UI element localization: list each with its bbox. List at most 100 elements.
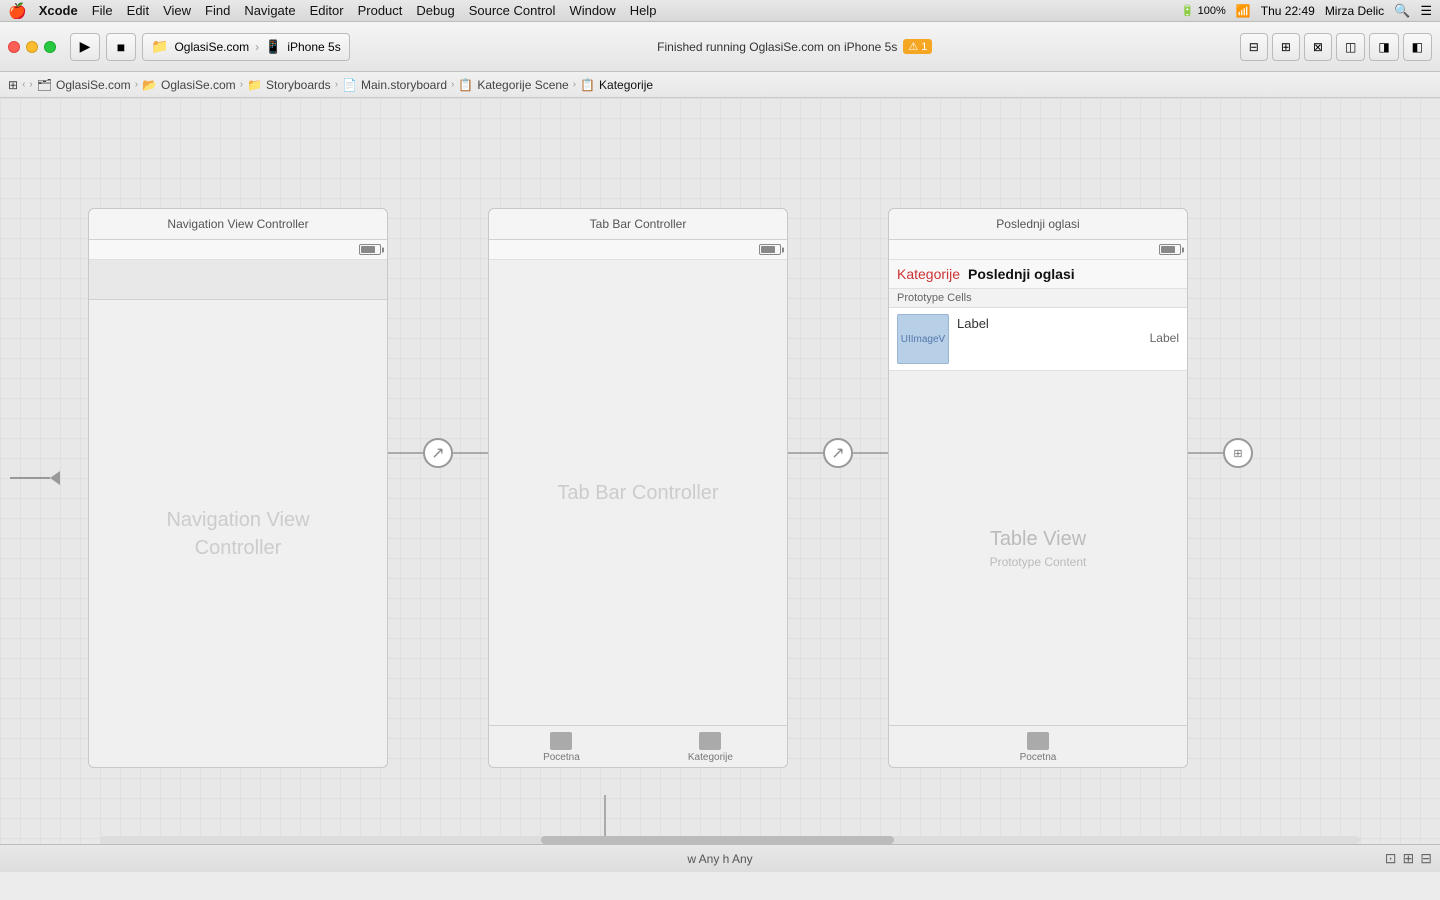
folder-icon: 📁 xyxy=(151,38,168,55)
battery-indicator: 🔋 100% xyxy=(1181,4,1226,17)
seg-tab-kategorije[interactable]: Kategorije xyxy=(897,266,960,282)
menu-editor[interactable]: Editor xyxy=(310,3,344,18)
table-tab-pocetna[interactable]: Pocetna xyxy=(1020,732,1057,763)
exit-segue: ⊞ xyxy=(1223,438,1253,468)
menu-product[interactable]: Product xyxy=(358,3,403,18)
menu-icon[interactable]: ☰ xyxy=(1420,3,1432,19)
search-icon[interactable]: 🔍 xyxy=(1394,3,1410,19)
scene-icon: 📋 xyxy=(458,78,473,92)
scheme-selector[interactable]: 📁 OglasiSe.com › 📱 iPhone 5s xyxy=(142,33,350,61)
tab-kategorije-icon xyxy=(699,732,721,750)
toolbar-right-buttons: ⊟ ⊞ ⊠ ◫ ◨ ◧ xyxy=(1240,33,1432,61)
tab-controller-content: Tab Bar Controller xyxy=(489,260,787,725)
bottom-bar-right: ⊡ ⊞ ⊟ xyxy=(1385,850,1432,867)
nav-controller-content: Navigation ViewController xyxy=(89,300,387,767)
run-button[interactable]: ▶ xyxy=(70,33,100,61)
proto-cell[interactable]: UIImageV Label Label xyxy=(889,308,1187,371)
project-icon: 🗂 xyxy=(37,78,52,92)
breadcrumb-grid[interactable]: ⊞ xyxy=(8,78,18,92)
breadcrumb-storyboards-label: Storyboards xyxy=(266,78,331,92)
menu-source-control[interactable]: Source Control xyxy=(469,3,556,18)
menu-xcode[interactable]: Xcode xyxy=(39,3,78,18)
nav-view-controller[interactable]: Navigation View Controller Navigation Vi… xyxy=(88,208,388,768)
breadcrumb-kategorije-label: Kategorije xyxy=(599,78,653,92)
entry-arrow xyxy=(10,471,60,485)
breadcrumb-storyboards[interactable]: 📁 Storyboards xyxy=(247,78,331,92)
device-icon: 📱 xyxy=(265,39,281,55)
seg-tab-poslednji[interactable]: Poslednji oglasi xyxy=(968,266,1075,282)
breadcrumb-scene[interactable]: 📋 Kategorije Scene xyxy=(458,78,568,92)
table-statusbar xyxy=(889,240,1187,260)
scheme-name: OglasiSe.com xyxy=(174,40,249,54)
editor-version-button[interactable]: ⊠ xyxy=(1304,33,1332,61)
table-view-title: Table View xyxy=(990,528,1086,551)
table-controller-title: Poslednji oglasi xyxy=(889,209,1187,240)
apple-menu[interactable]: 🍎 xyxy=(8,2,27,20)
bottom-bar: w Any h Any ⊡ ⊞ ⊟ xyxy=(0,844,1440,872)
proto-label-top: Label xyxy=(957,316,1179,331)
table-tab-pocetna-icon xyxy=(1027,732,1049,750)
inspector-toggle[interactable]: ◧ xyxy=(1403,33,1432,61)
h-scrollbar-thumb[interactable] xyxy=(541,836,894,844)
tab-pocetna-icon xyxy=(550,732,572,750)
device-name: iPhone 5s xyxy=(287,40,340,54)
canvas-area[interactable]: Navigation View Controller Navigation Vi… xyxy=(0,98,1440,872)
menu-help[interactable]: Help xyxy=(630,3,657,18)
tab-kategorije-label: Kategorije xyxy=(688,752,733,763)
menubar-right: 🔋 100% 📶 Thu 22:49 Mirza Delic 🔍 ☰ xyxy=(1181,3,1432,19)
zoom-in-button[interactable]: ⊞ xyxy=(1403,850,1415,867)
menu-file[interactable]: File xyxy=(92,3,113,18)
size-class-label: w Any h Any xyxy=(687,852,752,866)
menu-edit[interactable]: Edit xyxy=(127,3,149,18)
proto-labels: Label Label xyxy=(957,314,1179,345)
group-icon: 📂 xyxy=(142,78,157,92)
menu-find[interactable]: Find xyxy=(205,3,230,18)
menu-window[interactable]: Window xyxy=(569,3,615,18)
segue-nav-tab: ↗ xyxy=(423,438,453,468)
close-button[interactable] xyxy=(8,41,20,53)
debug-toggle[interactable]: ◨ xyxy=(1369,33,1398,61)
editor-assistant-button[interactable]: ⊞ xyxy=(1272,33,1300,61)
storyboards-icon: 📁 xyxy=(247,78,262,92)
h-scrollbar[interactable] xyxy=(100,836,1360,844)
status-text: Finished running OglasiSe.com on iPhone … xyxy=(657,40,897,54)
minimize-button[interactable] xyxy=(26,41,38,53)
traffic-lights xyxy=(8,41,56,53)
zoom-out-button[interactable]: ⊟ xyxy=(1420,850,1432,867)
tab-bar-controller[interactable]: Tab Bar Controller Tab Bar Controller Po… xyxy=(488,208,788,768)
nav-statusbar xyxy=(89,240,387,260)
tab-statusbar xyxy=(489,240,787,260)
nav-battery xyxy=(359,244,381,255)
segue-tab-table: ↗ xyxy=(823,438,853,468)
breadcrumb-kategorije[interactable]: 📋 Kategorije xyxy=(580,78,653,92)
editor-standard-button[interactable]: ⊟ xyxy=(1240,33,1268,61)
breadcrumb-group-label: OglasiSe.com xyxy=(161,78,236,92)
chevron-right-icon: › xyxy=(255,40,259,54)
storyboard-file-icon: 📄 xyxy=(342,78,357,92)
breadcrumb-project[interactable]: 🗂 OglasiSe.com xyxy=(37,78,131,92)
wifi-icon: 📶 xyxy=(1236,4,1251,18)
toolbar-status: Finished running OglasiSe.com on iPhone … xyxy=(356,39,1234,54)
zoom-fit-button[interactable]: ⊡ xyxy=(1385,850,1397,867)
tab-kategorije[interactable]: Kategorije xyxy=(688,732,733,763)
tab-bar: Pocetna Kategorije xyxy=(489,725,787,767)
breadcrumb-project-label: OglasiSe.com xyxy=(56,78,131,92)
fullscreen-button[interactable] xyxy=(44,41,56,53)
breadcrumb-main-storyboard[interactable]: 📄 Main.storyboard xyxy=(342,78,447,92)
breadcrumb-group[interactable]: 📂 OglasiSe.com xyxy=(142,78,236,92)
menubar: 🍎 Xcode File Edit View Find Navigate Edi… xyxy=(0,0,1440,22)
breadcrumb-main-storyboard-label: Main.storyboard xyxy=(361,78,447,92)
table-view-controller[interactable]: Poslednji oglasi Kategorije Poslednji og… xyxy=(888,208,1188,768)
kategorije-icon: 📋 xyxy=(580,78,595,92)
toolbar: ▶ ■ 📁 OglasiSe.com › 📱 iPhone 5s Finishe… xyxy=(0,22,1440,72)
menu-navigate[interactable]: Navigate xyxy=(244,3,295,18)
navigator-toggle[interactable]: ◫ xyxy=(1336,33,1365,61)
seg-tabs: Kategorije Poslednji oglasi xyxy=(889,260,1187,289)
warning-badge[interactable]: ⚠ 1 xyxy=(903,39,932,54)
tab-pocetna[interactable]: Pocetna xyxy=(543,732,580,763)
table-battery xyxy=(1159,244,1181,255)
menu-debug[interactable]: Debug xyxy=(416,3,454,18)
stop-button[interactable]: ■ xyxy=(106,33,136,61)
menu-view[interactable]: View xyxy=(163,3,191,18)
warning-icon: ⚠ xyxy=(908,40,918,53)
